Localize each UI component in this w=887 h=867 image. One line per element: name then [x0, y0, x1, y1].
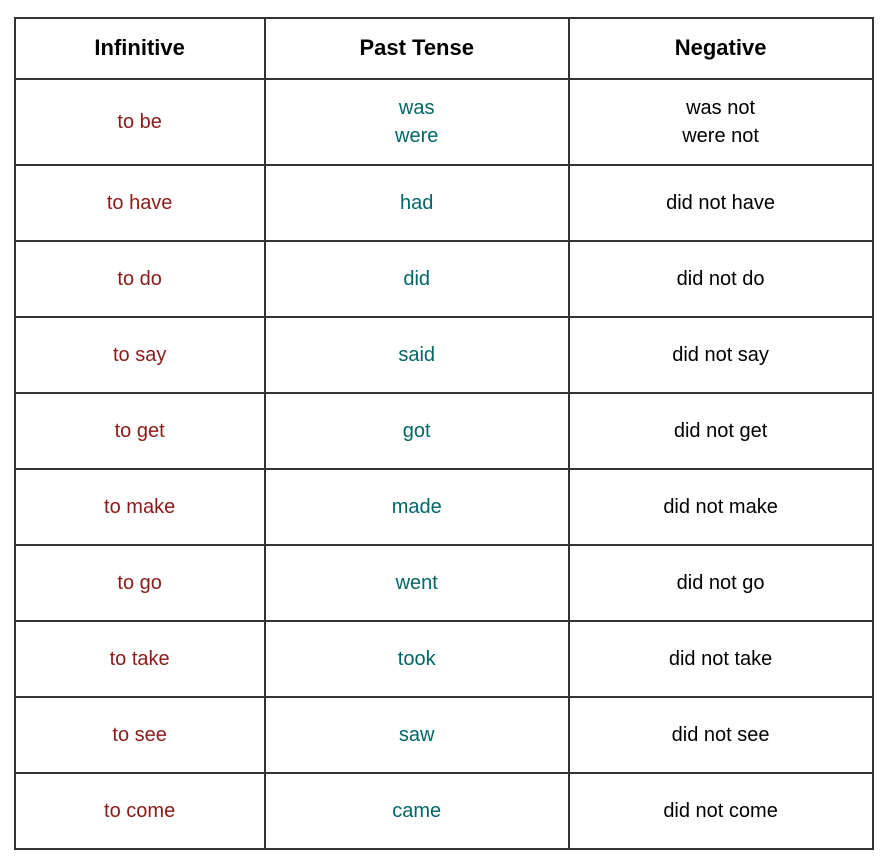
cell-negative: did not do: [569, 241, 873, 317]
cell-past-tense: did: [265, 241, 569, 317]
cell-past-tense: said: [265, 317, 569, 393]
cell-negative: did not say: [569, 317, 873, 393]
cell-infinitive: to see: [15, 697, 265, 773]
cell-infinitive: to do: [15, 241, 265, 317]
cell-negative: did not come: [569, 773, 873, 849]
cell-negative: did not see: [569, 697, 873, 773]
table-row: to makemadedid not make: [15, 469, 873, 545]
header-row: Infinitive Past Tense Negative: [15, 18, 873, 79]
table-row: to gowentdid not go: [15, 545, 873, 621]
table-row: to saysaiddid not say: [15, 317, 873, 393]
cell-negative: did not have: [569, 165, 873, 241]
table-row: to dodiddid not do: [15, 241, 873, 317]
cell-negative: did not get: [569, 393, 873, 469]
cell-infinitive: to have: [15, 165, 265, 241]
cell-infinitive: to take: [15, 621, 265, 697]
table-row: to comecamedid not come: [15, 773, 873, 849]
table-row: to taketookdid not take: [15, 621, 873, 697]
cell-past-tense: got: [265, 393, 569, 469]
cell-past-tense: had: [265, 165, 569, 241]
grammar-table-container: Infinitive Past Tense Negative to bewasw…: [14, 17, 874, 850]
cell-past-tense: made: [265, 469, 569, 545]
cell-negative: was notwere not: [569, 79, 873, 165]
table-row: to havehaddid not have: [15, 165, 873, 241]
header-negative: Negative: [569, 18, 873, 79]
header-infinitive: Infinitive: [15, 18, 265, 79]
cell-infinitive: to go: [15, 545, 265, 621]
cell-past-tense: waswere: [265, 79, 569, 165]
cell-past-tense: took: [265, 621, 569, 697]
cell-infinitive: to come: [15, 773, 265, 849]
cell-infinitive: to get: [15, 393, 265, 469]
table-row: to seesawdid not see: [15, 697, 873, 773]
cell-infinitive: to say: [15, 317, 265, 393]
cell-past-tense: went: [265, 545, 569, 621]
cell-infinitive: to make: [15, 469, 265, 545]
table-row: to bewaswerewas notwere not: [15, 79, 873, 165]
cell-past-tense: saw: [265, 697, 569, 773]
header-past-tense: Past Tense: [265, 18, 569, 79]
cell-negative: did not take: [569, 621, 873, 697]
cell-negative: did not go: [569, 545, 873, 621]
cell-past-tense: came: [265, 773, 569, 849]
grammar-table: Infinitive Past Tense Negative to bewasw…: [14, 17, 874, 850]
cell-negative: did not make: [569, 469, 873, 545]
cell-infinitive: to be: [15, 79, 265, 165]
table-row: to getgotdid not get: [15, 393, 873, 469]
